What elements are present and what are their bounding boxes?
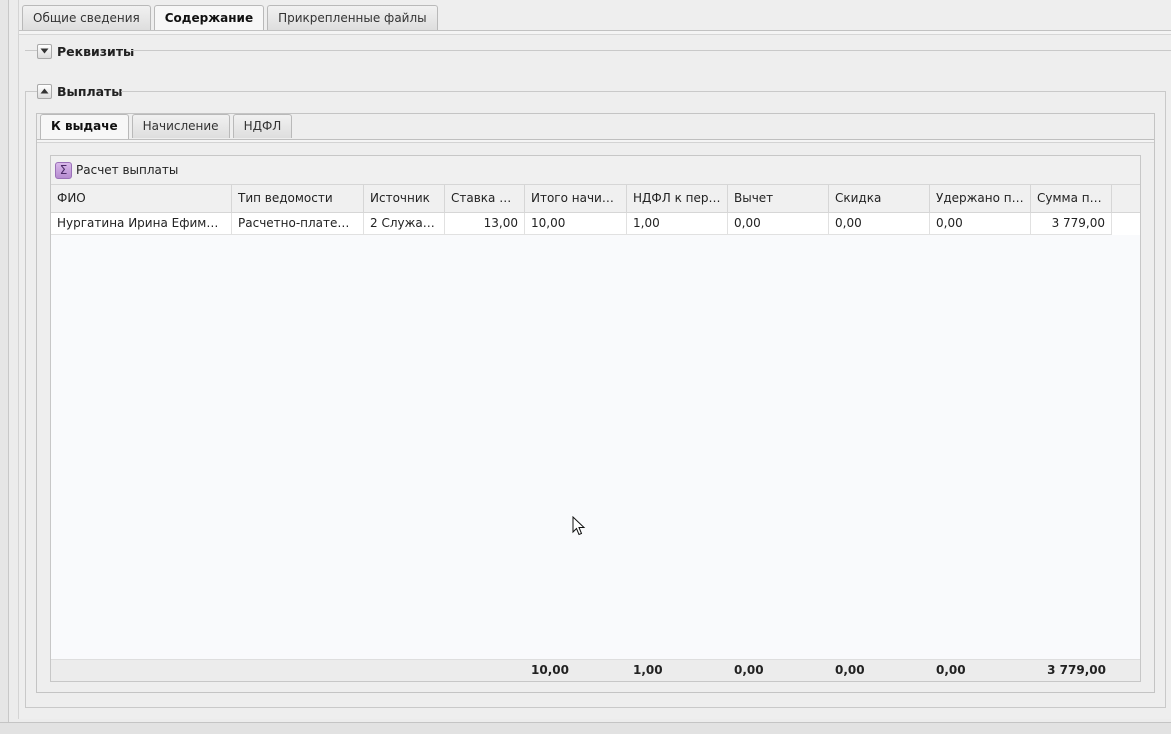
column-header-fio[interactable]: ФИО [51,185,232,213]
payments-grid: Σ Расчет выплаты ФИО Тип ведомости Источ… [50,155,1141,682]
section-requisites-title: Реквизиты [57,43,135,59]
total-ndfl-sum: 1,00 [633,663,663,677]
mouse-cursor-icon [572,516,586,536]
cell-sum: 3 779,00 [1031,213,1112,235]
cell-statement-type: Расчетно-платежная [232,213,364,235]
section-requisites-header[interactable]: Реквизиты [37,42,134,60]
tab-contents[interactable]: Содержание [153,5,265,31]
expand-requisites-button[interactable] [37,43,52,59]
column-header-statement-type[interactable]: Тип ведомости [232,185,364,213]
column-header-total-accrued[interactable]: Итого начисл... [525,185,627,213]
cell-discount: 0,00 [829,213,930,235]
grid-body: Нургатина Ирина Ефимовна Расчетно-платеж… [51,213,1140,638]
total-withheld-sum: 0,00 [936,663,966,677]
grid-header: ФИО Тип ведомости Источник Ставка на... … [51,185,1140,213]
column-header-deduction[interactable]: Вычет [728,185,829,213]
cell-total-accrued: 10,00 [525,213,627,235]
total-accrued-sum: 10,00 [531,663,569,677]
total-deduction-sum: 0,00 [734,663,764,677]
tab-attached-files[interactable]: Прикрепленные файлы [267,5,438,30]
cell-deduction: 0,00 [728,213,829,235]
tab-ndfl[interactable]: НДФЛ [232,114,293,138]
calc-payment-button[interactable]: Расчет выплаты [76,163,178,177]
document-content-panel: Общие сведения Содержание Прикрепленные … [18,0,1171,719]
grid-totals-row: 10,00 1,00 0,00 0,00 0,00 3 779,00 [51,659,1140,681]
grid-toolbar: Σ Расчет выплаты [51,156,1140,185]
tab-accrual[interactable]: Начисление [131,114,230,138]
tab-strip [37,139,1154,143]
column-header-sum[interactable]: Сумма по ... [1031,185,1112,213]
section-divider [25,50,37,51]
tab-to-issue[interactable]: К выдаче [40,114,129,140]
bottom-panel-edge [0,722,1171,734]
column-header-discount[interactable]: Скидка [829,185,930,213]
left-panel-edge [0,0,9,722]
total-discount-sum: 0,00 [835,663,865,677]
column-header-source[interactable]: Источник [364,185,445,213]
totals-spacer [51,660,525,681]
payments-tab-panel: К выдаче Начисление НДФЛ Σ Расчет выплат… [36,113,1155,693]
cell-ndfl-transfer: 1,00 [627,213,728,235]
section-divider [131,50,1171,51]
column-header-withheld[interactable]: Удержано по ... [930,185,1031,213]
payments-tabs: К выдаче Начисление НДФЛ [40,114,295,140]
table-row[interactable]: Нургатина Ирина Ефимовна Расчетно-платеж… [51,213,1140,235]
cell-source: 2 Служащ... [364,213,445,235]
column-header-rate[interactable]: Ставка на... [445,185,525,213]
tab-strip [19,30,1171,35]
cell-rate: 13,00 [445,213,525,235]
column-header-ndfl-transfer[interactable]: НДФЛ к пере... [627,185,728,213]
cell-fio: Нургатина Ирина Ефимовна [51,213,232,235]
cell-withheld: 0,00 [930,213,1031,235]
tab-general-info[interactable]: Общие сведения [22,5,151,30]
main-tabs: Общие сведения Содержание Прикрепленные … [22,5,441,31]
total-payment-sum: 3 779,00 [1047,663,1106,677]
chevron-down-icon [40,48,49,54]
sigma-icon[interactable]: Σ [55,161,72,179]
